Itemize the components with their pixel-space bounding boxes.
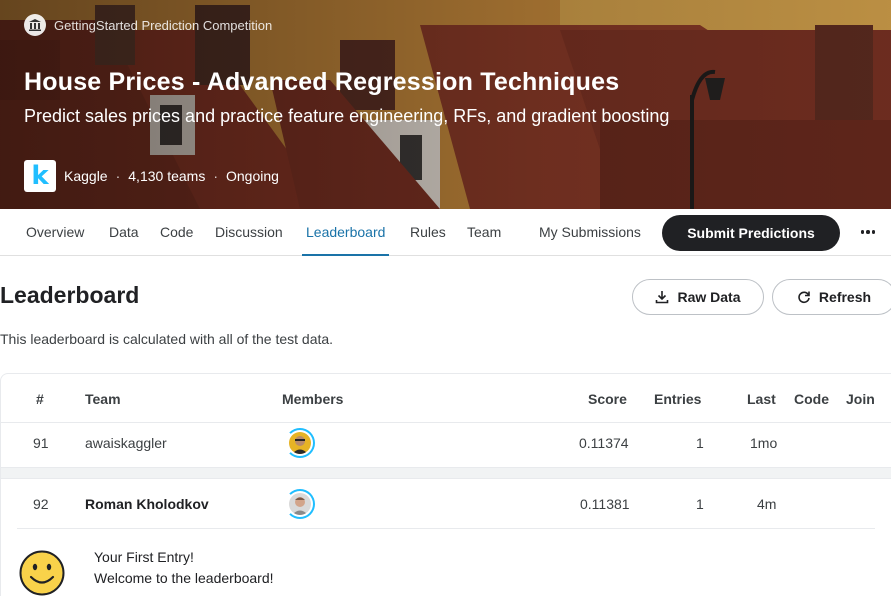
- competition-title: House Prices - Advanced Regression Techn…: [24, 68, 620, 96]
- row-last: 1mo: [750, 435, 778, 451]
- tab-overview[interactable]: Overview: [26, 209, 84, 256]
- tab-rules[interactable]: Rules: [410, 209, 446, 256]
- row-team-name[interactable]: Roman Kholodkov: [85, 496, 209, 512]
- row-score: 0.11381: [580, 496, 630, 512]
- separator: ·: [115, 168, 121, 184]
- tab-code[interactable]: Code: [160, 209, 193, 256]
- column-header-team: Team: [85, 391, 121, 407]
- submit-predictions-button[interactable]: Submit Predictions: [662, 215, 840, 251]
- column-header-last[interactable]: Last: [747, 391, 776, 407]
- smiley-icon: [19, 550, 65, 596]
- column-header-code: Code: [794, 391, 829, 407]
- competition-type: GettingStarted Prediction Competition: [24, 14, 272, 36]
- more-icon[interactable]: [858, 221, 878, 243]
- competition-subtitle: Predict sales prices and practice featur…: [24, 106, 670, 126]
- row-rank: 92: [33, 496, 49, 512]
- row-entries: 1: [696, 496, 704, 512]
- row-rank: 91: [33, 435, 49, 451]
- download-icon: [656, 291, 669, 304]
- competition-status: Ongoing: [226, 168, 279, 184]
- bank-icon: [24, 14, 46, 36]
- column-header-members: Members: [282, 391, 344, 407]
- row-last: 4m: [757, 496, 777, 512]
- refresh-button[interactable]: Refresh: [772, 279, 891, 315]
- row-score: 0.11374: [579, 435, 629, 451]
- column-header-join: Join: [846, 391, 875, 407]
- team-count: 4,130 teams: [128, 168, 206, 184]
- leaderboard-description: This leaderboard is calculated with all …: [0, 331, 334, 347]
- competition-nav: Overview Data Code Discussion Leaderboar…: [0, 209, 891, 256]
- row-entries: 1: [696, 435, 704, 451]
- separator: ·: [213, 168, 218, 184]
- competition-header: GettingStarted Prediction Competition Ho…: [0, 0, 891, 209]
- refresh-label: Refresh: [818, 289, 872, 305]
- raw-data-label: Raw Data: [677, 289, 741, 305]
- host-name[interactable]: Kaggle: [64, 168, 108, 184]
- row-team-name[interactable]: awaiskaggler: [85, 435, 167, 451]
- refresh-icon: [798, 291, 810, 304]
- column-header-rank: #: [36, 391, 44, 407]
- competition-type-label: GettingStarted Prediction Competition: [54, 17, 273, 33]
- leaderboard-title: Leaderboard: [0, 282, 140, 308]
- first-entry-line: Your First Entry!: [94, 549, 194, 565]
- raw-data-button[interactable]: Raw Data: [632, 279, 764, 315]
- welcome-line: Welcome to the leaderboard!: [94, 570, 274, 586]
- tab-team[interactable]: Team: [467, 209, 501, 256]
- tab-data[interactable]: Data: [109, 209, 139, 256]
- kaggle-logo[interactable]: k: [24, 160, 56, 192]
- column-header-score[interactable]: Score: [588, 391, 627, 407]
- tab-discussion[interactable]: Discussion: [215, 209, 283, 256]
- avatar[interactable]: [285, 489, 315, 519]
- column-header-entries[interactable]: Entries: [654, 391, 701, 407]
- host-info: k Kaggle · 4,130 teams · Ongoing: [24, 160, 279, 192]
- tab-leaderboard[interactable]: Leaderboard: [301, 209, 390, 256]
- avatar[interactable]: [285, 428, 315, 458]
- tab-my-submissions[interactable]: My Submissions: [539, 209, 641, 256]
- first-entry-message: Your First Entry! Welcome to the leaderb…: [94, 547, 274, 589]
